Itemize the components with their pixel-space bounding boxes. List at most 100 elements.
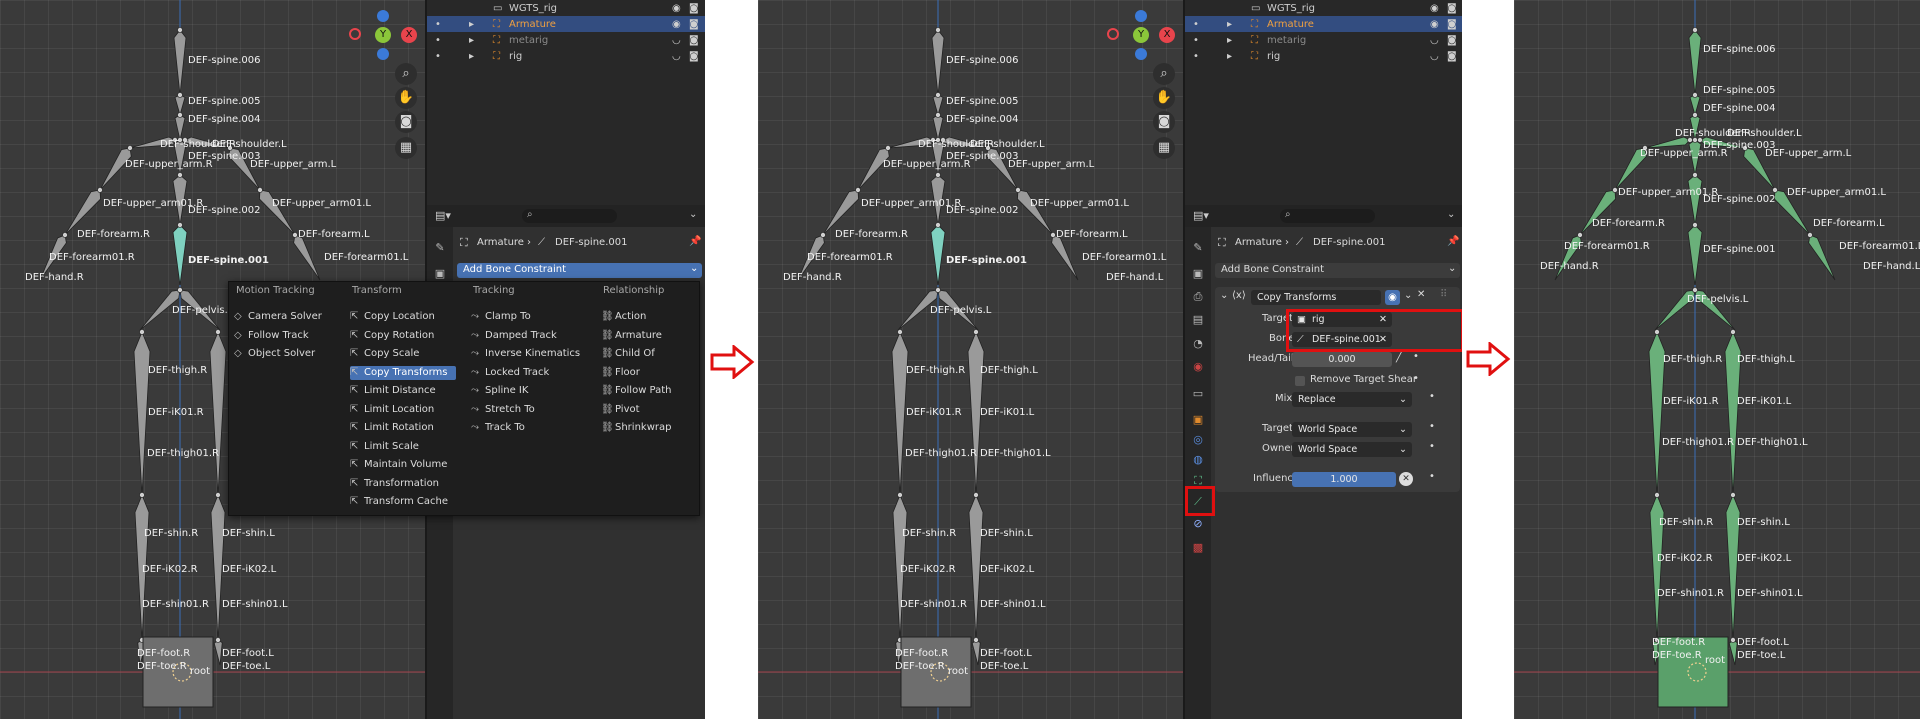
viewport-3d[interactable]: DEF-spine.006 DEF-spine.005 DEF-spine.004 D… <box>758 0 1183 719</box>
menu-item-transformation[interactable]: ⇱ Transformation <box>350 477 439 491</box>
mix-select[interactable]: Replace ⌄ <box>1292 392 1412 407</box>
keyframe-dot-icon[interactable]: • <box>1429 441 1435 452</box>
menu-item-copy-location[interactable]: ⇱ Copy Location <box>350 310 435 324</box>
gizmo-x[interactable]: X <box>401 27 417 43</box>
grid-icon[interactable]: ▦ <box>1153 137 1175 159</box>
search-input[interactable]: ⌕ <box>522 209 617 223</box>
expand-arrow-icon[interactable]: ▸ <box>1227 51 1232 62</box>
bone-spine.005[interactable] <box>1689 94 1701 117</box>
camera-icon[interactable]: ◙ <box>689 3 699 14</box>
bone-spine.005[interactable] <box>932 94 944 117</box>
viewport-3d[interactable]: DEF-spine.006 DEF-spine.005 DEF-spine.004 D… <box>1514 0 1920 719</box>
gizmo-z[interactable] <box>1135 10 1147 22</box>
eye-icon[interactable]: ◡ <box>1430 35 1439 46</box>
chevron-down-icon[interactable]: ⌄ <box>689 209 697 220</box>
collapse-chevron-icon[interactable]: ⌄ <box>1220 290 1228 301</box>
outliner-row-wgts-rig[interactable]: ▭ WGTS_rig ◉ ◙ <box>1185 0 1462 16</box>
keyframe-dot-icon[interactable]: • <box>1429 421 1435 432</box>
menu-item-stretch-to[interactable]: ⤳ Stretch To <box>471 403 535 417</box>
tool-tab-icon[interactable]: ✎ <box>1191 241 1205 255</box>
visibility-dot-icon[interactable]: • <box>435 51 441 62</box>
camera-icon[interactable]: ◙ <box>1447 51 1457 62</box>
outliner-row-metarig[interactable]: • ▸ ⛶ metarig ◡ ◙ <box>1185 32 1462 48</box>
hand-pan-icon[interactable]: ✋ <box>1153 87 1175 109</box>
menu-item-transform-cache[interactable]: ⇱ Transform Cache <box>350 495 448 509</box>
eye-icon[interactable]: ◉ <box>1430 19 1439 30</box>
world-tab-icon[interactable]: ◉ <box>1191 360 1205 374</box>
menu-item-follow-path[interactable]: ⛓Follow Path <box>601 384 672 398</box>
outliner-row-rig[interactable]: • ▸ ⛶ rig ◡ ◙ <box>427 48 705 64</box>
gizmo-z-neg[interactable] <box>1135 48 1147 60</box>
visibility-dot-icon[interactable]: • <box>435 19 441 30</box>
outliner-row-armature[interactable]: • ▸ ⛶ Armature ◉ ◙ <box>427 16 705 32</box>
gizmo-x[interactable]: X <box>1159 27 1175 43</box>
render-tab-icon[interactable]: ▣ <box>433 267 447 281</box>
menu-item-locked-track[interactable]: ⤳ Locked Track <box>471 366 549 380</box>
texture-tab-icon[interactable]: ▩ <box>1191 541 1205 555</box>
object-tab-icon[interactable]: ▣ <box>1191 413 1205 427</box>
menu-item-floor[interactable]: ⛓Floor <box>601 366 640 380</box>
outliner-row-wgts-rig[interactable]: ▭ WGTS_rig ◉ ◙ <box>427 0 705 16</box>
menu-item-limit-location[interactable]: ⇱ Limit Location <box>350 403 434 417</box>
bone-hand.L[interactable] <box>1808 234 1836 281</box>
bone-hand.L[interactable] <box>293 234 321 281</box>
keyframe-dot-icon[interactable]: • <box>1429 391 1435 402</box>
menu-item-limit-rotation[interactable]: ⇱ Limit Rotation <box>350 421 434 435</box>
gizmo-z-neg[interactable] <box>377 48 389 60</box>
expand-arrow-icon[interactable]: ▸ <box>469 35 474 46</box>
bone-spine.006[interactable] <box>173 29 187 96</box>
gizmo-z[interactable] <box>377 10 389 22</box>
camera-icon[interactable]: ◙ <box>689 51 699 62</box>
grid-icon[interactable]: ▦ <box>395 137 417 159</box>
head-tail-field[interactable]: 0.000 <box>1292 352 1392 367</box>
influence-slider[interactable]: 1.000 <box>1292 472 1396 487</box>
eye-icon[interactable]: ◉ <box>1385 290 1400 305</box>
menu-item-follow-track[interactable]: ◇ Follow Track <box>234 329 309 343</box>
eye-icon[interactable]: ◉ <box>672 3 681 14</box>
gizmo-x-neg[interactable] <box>1107 28 1119 40</box>
output-tab-icon[interactable]: ⎙ <box>1191 290 1205 304</box>
bone-spine.001[interactable] <box>172 224 188 286</box>
keyframe-dot-icon[interactable]: • <box>1429 471 1435 482</box>
outliner-row-rig[interactable]: • ▸ ⛶ rig ◡ ◙ <box>1185 48 1462 64</box>
camera-icon[interactable]: ◙ <box>1447 35 1457 46</box>
bone-spine.004[interactable] <box>932 114 944 141</box>
menu-item-limit-scale[interactable]: ⇱ Limit Scale <box>350 440 419 454</box>
head-tail-toggle-icon[interactable]: ╱ <box>1396 352 1402 363</box>
menu-item-shrinkwrap[interactable]: ⛓Shrinkwrap <box>601 421 671 435</box>
eye-icon[interactable]: ◡ <box>672 35 681 46</box>
outliner-row-metarig[interactable]: • ▸ ⛶ metarig ◡ ◙ <box>427 32 705 48</box>
visibility-dot-icon[interactable]: • <box>435 35 441 46</box>
navigation-gizmo[interactable]: Y X <box>1107 10 1177 60</box>
bone-spine.001[interactable] <box>1687 224 1703 286</box>
menu-item-track-to[interactable]: ⤳ Track To <box>471 421 525 435</box>
physics-tab-icon[interactable]: ◍ <box>1191 453 1205 467</box>
scene-tab-icon[interactable]: ◔ <box>1191 337 1205 351</box>
eye-icon[interactable]: ◉ <box>672 19 681 30</box>
eye-icon[interactable]: ◡ <box>1430 51 1439 62</box>
visibility-dot-icon[interactable]: • <box>1193 51 1199 62</box>
close-icon[interactable]: ✕ <box>1417 289 1425 300</box>
bone-constraint-tab-icon[interactable]: ⊘ <box>1191 517 1205 531</box>
bone-spine.001[interactable] <box>930 224 946 286</box>
camera-icon[interactable]: ◙ <box>689 19 699 30</box>
eye-icon[interactable]: ◉ <box>1430 3 1439 14</box>
camera-icon[interactable]: ◙ <box>1153 111 1175 133</box>
hand-pan-icon[interactable]: ✋ <box>395 87 417 109</box>
modifier-tab-icon[interactable]: ◎ <box>1191 433 1205 447</box>
menu-item-clamp-to[interactable]: ⤳ Clamp To <box>471 310 531 324</box>
editor-type-icon[interactable]: ▤▾ <box>1193 209 1209 222</box>
zoom-icon[interactable]: ⌕ <box>1153 63 1175 85</box>
menu-item-maintain-volume[interactable]: ⇱ Maintain Volume <box>350 458 447 472</box>
bone-spine.002[interactable] <box>1687 174 1703 226</box>
chevron-down-icon[interactable]: ⌄ <box>1447 209 1455 220</box>
bone-forearm.L[interactable] <box>1017 189 1054 236</box>
bone-spine.006[interactable] <box>1688 29 1702 96</box>
drag-handle-icon[interactable]: ⠿ <box>1440 289 1447 300</box>
camera-icon[interactable]: ◙ <box>395 111 417 133</box>
menu-item-camera-solver[interactable]: ◇ Camera Solver <box>234 310 322 324</box>
expand-arrow-icon[interactable]: ▸ <box>469 51 474 62</box>
menu-item-limit-distance[interactable]: ⇱ Limit Distance <box>350 384 436 398</box>
menu-item-copy-transforms[interactable]: ⇱ Copy Transforms <box>350 365 456 380</box>
menu-item-inverse-kinematics[interactable]: ⤳ Inverse Kinematics <box>471 347 580 361</box>
